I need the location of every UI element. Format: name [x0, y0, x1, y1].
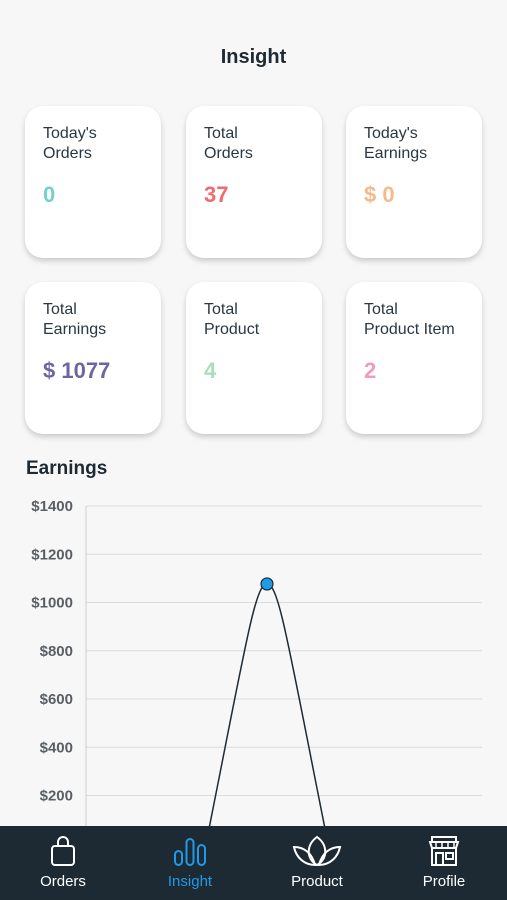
tab-orders[interactable]: Orders — [0, 826, 126, 900]
y-tick-label: $1200 — [31, 546, 73, 563]
card-value: 2 — [364, 358, 377, 383]
bar-chart-icon — [174, 838, 206, 866]
card-value: 37 — [204, 182, 229, 207]
tab-label: Product — [291, 873, 343, 890]
card-label: Total Product — [204, 301, 260, 338]
card-label: Total Orders — [204, 125, 253, 162]
tab-bar: Orders Insight Product Profile — [0, 826, 507, 900]
tab-product[interactable]: Product — [254, 826, 380, 900]
y-tick-label: $200 — [40, 788, 73, 805]
tab-label: Orders — [40, 873, 86, 890]
tab-label: Insight — [167, 873, 213, 890]
y-tick-label: $800 — [40, 643, 73, 660]
data-point[interactable] — [260, 577, 274, 591]
card-total-product-item[interactable]: Total Product Item 2 — [346, 282, 482, 434]
y-tick-label: $1400 — [31, 498, 73, 515]
card-label: Total Earnings — [43, 301, 107, 338]
y-tick-label: $600 — [40, 691, 73, 708]
card-label: Total Product Item — [364, 301, 455, 338]
earnings-title: Earnings — [26, 458, 108, 479]
page-title: Insight — [220, 46, 287, 68]
card-total-orders[interactable]: Total Orders 37 — [186, 106, 322, 258]
card-label: Today's Earnings — [364, 125, 428, 162]
card-value: 4 — [204, 358, 217, 383]
card-value: $ 0 — [364, 182, 395, 207]
card-total-earnings[interactable]: Total Earnings $ 1077 — [25, 282, 161, 434]
store-icon — [428, 836, 460, 866]
y-tick-label: $400 — [40, 739, 73, 756]
y-tick-label: $1000 — [31, 595, 73, 612]
bag-icon — [51, 836, 75, 866]
card-label: Today's Orders — [43, 125, 97, 162]
earnings-line — [208, 583, 326, 826]
tab-insight[interactable]: Insight — [127, 826, 253, 900]
status-bar — [0, 0, 507, 28]
card-todays-orders[interactable]: Today's Orders 0 — [25, 106, 161, 258]
tab-profile[interactable]: Profile — [381, 826, 507, 900]
card-total-product[interactable]: Total Product 4 — [186, 282, 322, 434]
leaf-icon — [292, 835, 342, 867]
earnings-chart: $1400 $1200 $1000 $800 $600 $400 $200 — [31, 498, 482, 826]
card-value: 0 — [43, 182, 56, 207]
card-todays-earnings[interactable]: Today's Earnings $ 0 — [346, 106, 482, 258]
tab-label: Profile — [422, 873, 466, 890]
card-value: $ 1077 — [43, 358, 111, 383]
